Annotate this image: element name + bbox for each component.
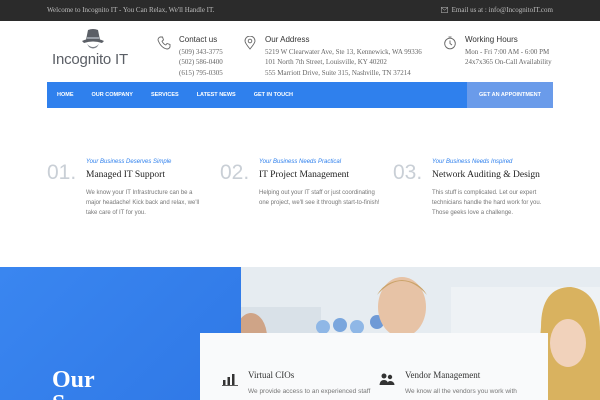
envelope-icon xyxy=(440,7,448,13)
band-heading: Our xyxy=(52,367,95,393)
spy-hat-icon xyxy=(82,29,104,49)
feature-number: 01. xyxy=(47,161,77,184)
nav-item-home[interactable]: HOME xyxy=(47,92,83,98)
address-title: Our Address xyxy=(265,35,310,44)
feature-number: 02. xyxy=(220,161,250,184)
phone-number[interactable]: (615) 795-0305 xyxy=(179,68,223,79)
feature-title[interactable]: Managed IT Support xyxy=(86,170,165,180)
welcome-text: Welcome to Incognito IT - You Can Relax,… xyxy=(47,6,215,14)
site-logo[interactable]: Incognito IT xyxy=(52,27,142,75)
service-title[interactable]: Virtual CIOs xyxy=(248,370,294,380)
address-line: 5219 W Clearwater Ave, Ste 13, Kennewick… xyxy=(265,47,422,56)
hours-line: 24x7x365 On-Call Availability xyxy=(465,58,552,66)
feature-tagline: Your Business Needs Inspired xyxy=(432,159,513,165)
feature-item: 03. Your Business Needs Inspired Network… xyxy=(393,158,565,228)
appointment-button[interactable]: GET AN APPOINTMENT xyxy=(467,82,553,108)
service-description: We know all the vendors you work with xyxy=(405,388,517,395)
feature-number: 03. xyxy=(393,161,423,184)
feature-title[interactable]: Network Auditing & Design xyxy=(432,170,540,180)
feature-description: We know your IT Infrastructure can be a … xyxy=(86,190,200,216)
map-pin-icon xyxy=(244,36,256,50)
address-line: 101 North 7th Street, Louisville, KY 402… xyxy=(265,58,387,66)
phone-icon xyxy=(157,36,171,50)
feature-title[interactable]: IT Project Management xyxy=(259,170,349,180)
brand-name: Incognito IT xyxy=(52,51,128,68)
band-heading-cont: S xyxy=(52,391,65,400)
service-description: We provide access to an experienced staf… xyxy=(248,388,371,395)
hours-line: Mon - Fri 7:00 AM - 6:00 PM xyxy=(465,47,550,56)
feature-tagline: Your Business Needs Practical xyxy=(259,159,342,165)
feature-description: Helping out your IT staff or just coordi… xyxy=(259,190,380,206)
feature-tagline: Your Business Deserves Simple xyxy=(86,159,172,165)
feature-item: 01. Your Business Deserves Simple Manage… xyxy=(47,158,219,228)
main-nav: HOME OUR COMPANY SERVICES LATEST NEWS GE… xyxy=(47,82,553,108)
service-title[interactable]: Vendor Management xyxy=(405,370,480,380)
nav-item-services[interactable]: SERVICES xyxy=(142,92,188,98)
email-link[interactable]: Email us at : info@IncognitoIT.com xyxy=(440,6,553,14)
address-line: 555 Marriott Drive, Suite 315, Nashville… xyxy=(265,68,411,77)
phone-number[interactable]: (509) 343-3775 xyxy=(179,47,223,58)
hours-title: Working Hours xyxy=(465,35,518,44)
contact-title: Contact us xyxy=(179,35,218,44)
email-text: Email us at : info@IncognitoIT.com xyxy=(451,6,553,14)
nav-item-get-in-touch[interactable]: GET IN TOUCH xyxy=(245,92,302,98)
clock-icon xyxy=(444,36,456,50)
site-header: Incognito IT Contact us (509) 343-3775 (… xyxy=(0,21,600,82)
feature-item: 02. Your Business Needs Practical IT Pro… xyxy=(220,158,392,228)
nav-item-latest-news[interactable]: LATEST NEWS xyxy=(188,92,245,98)
phone-number[interactable]: (502) 586-0400 xyxy=(179,57,223,68)
bar-chart-icon xyxy=(222,374,238,386)
nav-item-our-company[interactable]: OUR COMPANY xyxy=(83,92,142,98)
people-icon xyxy=(379,373,395,385)
feature-description: This stuff is complicated. Let our exper… xyxy=(432,190,542,216)
top-bar: Welcome to Incognito IT - You Can Relax,… xyxy=(0,0,600,21)
